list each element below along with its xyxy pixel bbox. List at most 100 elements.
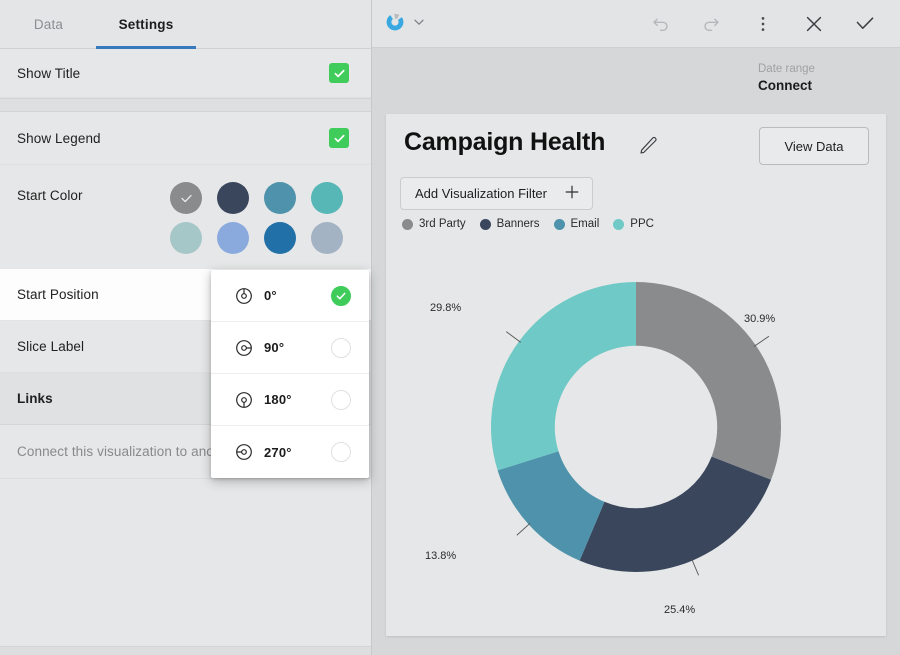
setting-row-show-title[interactable]: Show Title (0, 49, 371, 98)
legend-item-1[interactable]: Banners (479, 218, 540, 230)
dropdown-option-180deg-label: 180° (264, 392, 292, 407)
donut-chart-icon (384, 11, 406, 38)
legend-item-0[interactable]: 3rd Party (402, 218, 466, 230)
donut-slice[interactable] (579, 456, 772, 572)
dropdown-option-270deg[interactable]: 270° (211, 426, 369, 478)
show-legend-checkbox[interactable] (329, 128, 349, 148)
dropdown-option-270deg-radio[interactable] (331, 442, 351, 462)
page-title: Campaign Health (404, 128, 606, 156)
dropdown-option-90deg-label: 90° (264, 340, 285, 355)
add-filter-label: Add Visualization Filter (415, 186, 547, 201)
dropdown-option-0deg-label: 0° (264, 288, 277, 303)
legend-color-dot (613, 218, 625, 230)
editor-toolbar (372, 0, 900, 48)
dropdown-option-270deg-label: 270° (264, 444, 292, 460)
legend-color-dot (553, 218, 565, 230)
color-swatch-6[interactable] (264, 222, 296, 254)
visualization-type-selector[interactable] (384, 9, 426, 39)
dropdown-option-180deg-radio[interactable] (331, 389, 351, 410)
show-legend-label: Show Legend (17, 130, 101, 146)
legend-label: Banners (496, 218, 540, 230)
close-button[interactable] (800, 10, 828, 38)
start-position-label: Start Position (17, 287, 99, 302)
legend-item-3[interactable]: PPC (613, 218, 654, 230)
start-position-180-icon (235, 391, 253, 409)
slice-leader-line (505, 331, 522, 343)
date-range-value[interactable]: Connect (758, 77, 898, 95)
chart-legend: 3rd Party Banners Email PPC (402, 218, 654, 230)
color-swatch-5[interactable] (217, 222, 249, 254)
donut-chart-svg[interactable] (386, 240, 886, 636)
show-title-label: Show Title (17, 65, 81, 81)
accept-button[interactable] (851, 10, 879, 38)
donut-slice[interactable] (491, 282, 636, 471)
edit-title-button[interactable] (638, 134, 660, 156)
undo-button[interactable] (647, 10, 675, 38)
start-position-90-icon (235, 339, 253, 357)
slice-label-3: 29.8% (430, 302, 462, 314)
legend-color-dot (479, 218, 491, 230)
more-vertical-icon (761, 17, 765, 31)
show-title-checkbox[interactable] (329, 63, 349, 83)
color-swatch-2[interactable] (264, 182, 296, 214)
legend-label: Email (570, 218, 600, 230)
slice-label-label: Slice Label (17, 339, 85, 354)
redo-button[interactable] (697, 10, 725, 38)
panel-filler (0, 538, 371, 646)
slice-label-2: 13.8% (425, 550, 457, 562)
swatch-row-2 (170, 222, 360, 254)
dropdown-option-0deg-radio[interactable] (331, 285, 351, 306)
color-swatch-7[interactable] (311, 222, 343, 254)
visualization-panel: Date range Connect Campaign Health View … (372, 0, 900, 655)
dropdown-option-0deg[interactable]: 0° (211, 270, 369, 322)
tab-settings-label: Settings (118, 17, 174, 32)
visualization-card: Campaign Health View Data Add Visualizat… (386, 114, 886, 636)
more-options-button[interactable] (749, 10, 777, 38)
slice-label-0: 30.9% (744, 313, 776, 325)
legend-color-dot (402, 218, 413, 230)
add-visualization-filter-button[interactable]: Add Visualization Filter (400, 177, 593, 210)
color-swatch-4[interactable] (170, 222, 202, 254)
color-swatch-1[interactable] (217, 182, 249, 214)
color-swatch-0[interactable] (170, 182, 202, 214)
check-icon (334, 134, 345, 142)
check-icon (334, 69, 345, 77)
slice-label-1: 25.4% (664, 604, 696, 616)
start-position-dropdown-menu[interactable]: 0° 90° 180° 270° (211, 270, 369, 478)
dropdown-option-90deg-radio[interactable] (331, 337, 351, 358)
color-swatch-3[interactable] (311, 182, 343, 214)
legend-label: PPC (630, 218, 654, 230)
pencil-icon (640, 136, 657, 154)
panel-tabs: Data Settings (0, 0, 371, 49)
dropdown-option-180deg[interactable]: 180° (211, 374, 369, 426)
start-color-swatch-grid (170, 182, 360, 262)
undo-icon (653, 18, 668, 31)
check-icon (180, 194, 192, 202)
donut-slice[interactable] (636, 282, 781, 480)
legend-item-2[interactable]: Email (553, 218, 600, 230)
panel-bottom-strip (0, 646, 371, 655)
legend-label: 3rd Party (419, 218, 466, 230)
redo-icon (704, 18, 719, 31)
view-data-button[interactable]: View Data (759, 127, 869, 165)
plus-icon (564, 184, 580, 203)
tab-settings[interactable]: Settings (96, 0, 196, 49)
app-root: Data Settings Show Title Show Legend Sta… (0, 0, 900, 655)
start-position-270-icon (235, 443, 253, 461)
start-color-label: Start Color (17, 188, 83, 203)
date-range-label: Date range (758, 63, 815, 75)
setting-row-show-legend[interactable]: Show Legend (0, 112, 371, 165)
date-range-block: Date range Connect (758, 62, 898, 95)
row-divider (0, 98, 371, 112)
links-label: Links (17, 391, 53, 406)
links-description: Connect this visualization to anothe (17, 444, 233, 459)
start-position-0-icon (235, 287, 253, 305)
slice-leader-line (691, 558, 700, 576)
slice-leader-line (516, 522, 531, 536)
tab-data[interactable]: Data (12, 0, 85, 49)
chevron-down-icon (412, 15, 426, 34)
donut-chart: 30.9% 25.4% 13.8% 29.8% (386, 240, 886, 636)
check-icon (856, 17, 874, 29)
view-data-label: View Data (784, 138, 844, 154)
dropdown-option-90deg[interactable]: 90° (211, 322, 369, 374)
